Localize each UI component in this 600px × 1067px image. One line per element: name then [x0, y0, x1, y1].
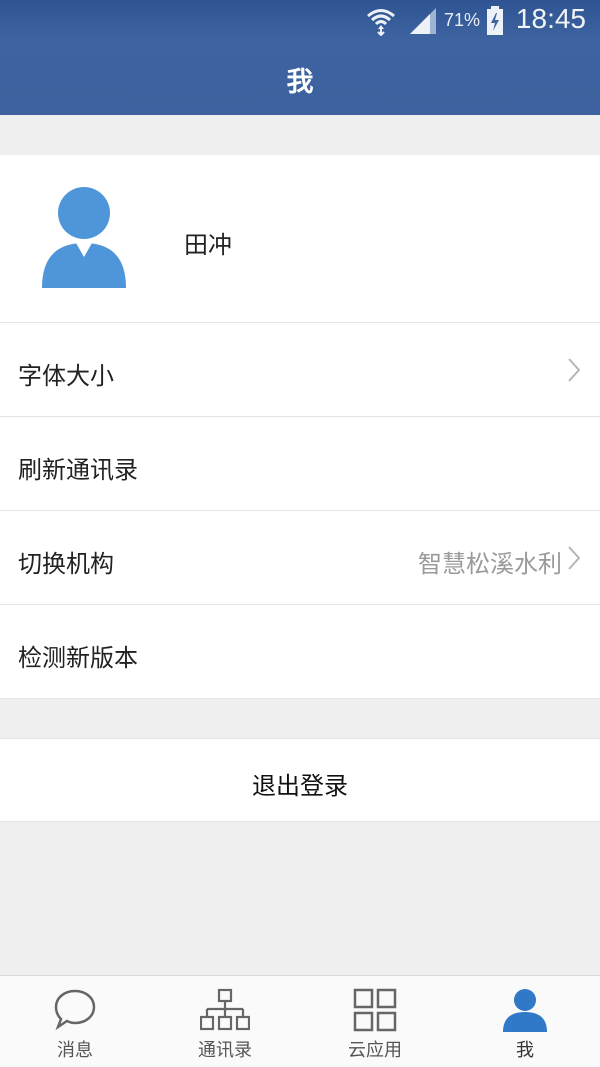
app-header: 71% 18:45 我 [0, 0, 600, 115]
avatar [42, 187, 126, 288]
logout-label: 退出登录 [252, 772, 348, 800]
menu-item-label: 字体大小 [18, 362, 114, 390]
battery-percent: 71% [444, 10, 481, 30]
menu-item-refresh-contacts[interactable]: 刷新通讯录 [0, 417, 600, 511]
page-title: 我 [286, 67, 314, 98]
menu-item-label: 检测新版本 [18, 644, 138, 672]
chat-bubble-icon [54, 989, 96, 1030]
tab-label: 云应用 [348, 1040, 402, 1061]
tab-cloud-apps[interactable]: 云应用 [300, 976, 450, 1067]
tab-me[interactable]: 我 [450, 976, 600, 1067]
menu-item-font-size[interactable]: 字体大小 [0, 323, 600, 417]
menu-item-switch-organization[interactable]: 切换机构 智慧松溪水利 [0, 511, 600, 605]
grid-apps-icon [353, 988, 397, 1032]
menu-item-label: 刷新通讯录 [18, 456, 138, 484]
tab-label: 通讯录 [198, 1040, 252, 1061]
person-icon [503, 989, 547, 1032]
signal-icon [410, 8, 436, 34]
wifi-icon [367, 9, 395, 36]
status-bar: 71% 18:45 [0, 0, 600, 40]
tab-label: 消息 [57, 1040, 93, 1061]
menu-item-check-update[interactable]: 检测新版本 [0, 605, 600, 699]
status-time: 18:45 [515, 3, 586, 34]
menu-item-label: 切换机构 [18, 550, 114, 578]
org-chart-icon [200, 988, 250, 1031]
tab-label: 我 [516, 1040, 534, 1061]
tab-messages[interactable]: 消息 [0, 976, 150, 1067]
user-name: 田冲 [184, 231, 232, 259]
battery-charging-icon [487, 6, 503, 35]
current-organization: 智慧松溪水利 [418, 550, 562, 578]
profile-card[interactable]: 田冲 [0, 155, 600, 323]
chevron-right-icon [568, 546, 580, 570]
logout-button[interactable]: 退出登录 [0, 738, 600, 822]
chevron-right-icon [568, 358, 580, 382]
tab-contacts[interactable]: 通讯录 [150, 976, 300, 1067]
bottom-tab-bar: 消息 通讯录 云应用 我 [0, 975, 600, 1067]
